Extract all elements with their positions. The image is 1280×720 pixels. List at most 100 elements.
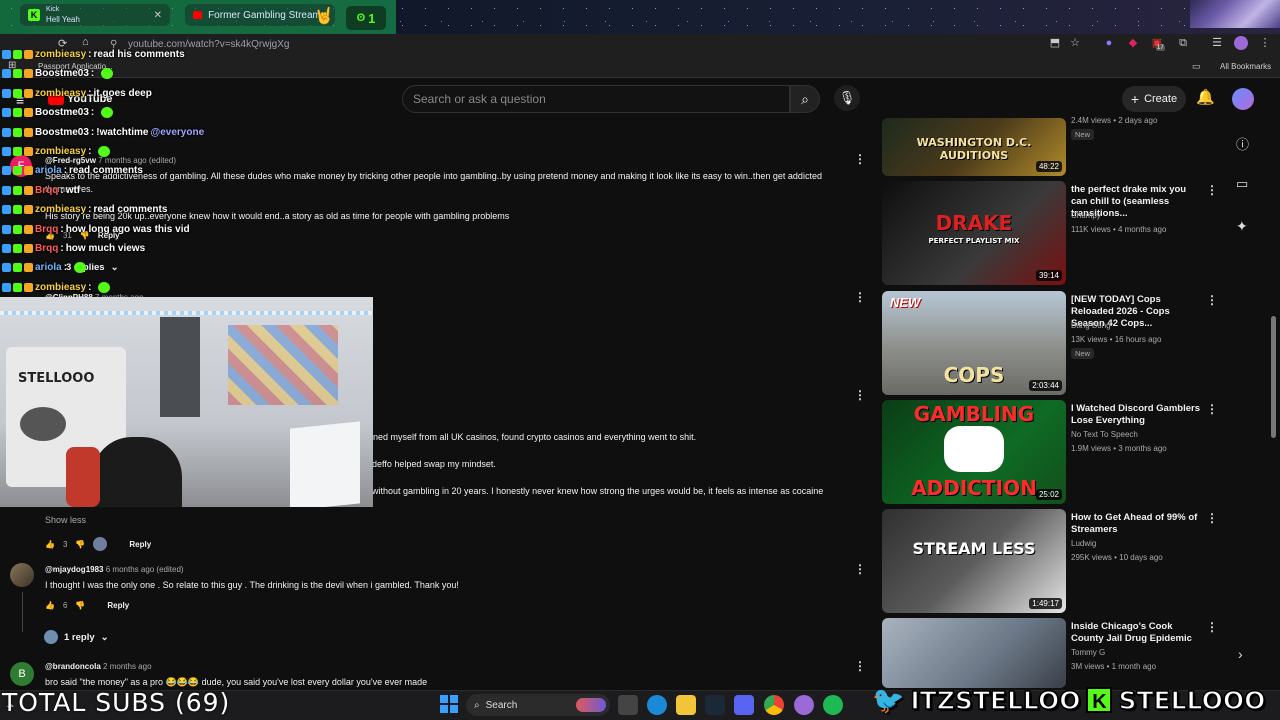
video-thumbnail[interactable]: DRAKE PERFECT PLAYLIST MIX 39:14 <box>882 181 1066 285</box>
comment-2-menu-icon[interactable]: ⋮ <box>854 290 866 304</box>
like-icon[interactable]: 👍 <box>45 540 55 549</box>
like-icon[interactable]: 👍 <box>45 601 55 610</box>
extension-shield-icon[interactable]: ◆ <box>1126 36 1140 50</box>
kick-icon: K <box>1086 687 1113 713</box>
video-thumbnail[interactable] <box>882 618 1066 688</box>
reply-button[interactable]: Reply <box>129 540 151 549</box>
comment-3-menu-icon[interactable]: ⋮ <box>854 562 866 576</box>
video-thumbnail[interactable]: STREAM LESS 1:49:17 <box>882 509 1066 613</box>
video-channel[interactable]: Ludwig <box>1071 539 1096 548</box>
comment-time[interactable]: 7 months ago (edited) <box>98 156 176 165</box>
video-thumbnail[interactable]: COPS NEW 2:03:44 <box>882 291 1066 395</box>
info-icon[interactable]: ⓘ <box>1236 134 1249 153</box>
emote-icon <box>101 68 114 80</box>
video-thumbnail[interactable]: GAMBLING ADDICTION 25:02 <box>882 400 1066 504</box>
video-channel[interactable]: Chumpy <box>1071 211 1101 220</box>
video-channel[interactable]: Bang Bung <box>1071 321 1111 330</box>
settings-app-icon[interactable] <box>618 695 638 715</box>
chat-username[interactable]: ariola <box>35 165 62 176</box>
reading-list-icon[interactable]: ☰ <box>1210 36 1224 50</box>
app-icon[interactable] <box>794 695 814 715</box>
chat-username[interactable]: zombieasy <box>35 204 86 215</box>
tab-kick[interactable]: K Kick Hell Yeah ✕ <box>20 4 170 26</box>
comment-avatar[interactable]: B <box>10 662 34 686</box>
install-app-icon[interactable]: ⬒ <box>1048 36 1062 50</box>
thumbnail-text: STREAM LESS <box>912 539 1036 558</box>
chat-username[interactable]: zombieasy <box>35 88 86 99</box>
taskbar-search[interactable]: ⌕ Search <box>466 694 610 716</box>
video-menu-icon[interactable]: ⋮ <box>1206 620 1218 634</box>
menu-icon[interactable]: ⋮ <box>1258 36 1272 50</box>
mic-button[interactable]: 🎙 <box>834 85 860 111</box>
chat-username[interactable]: zombieasy <box>35 49 86 60</box>
windows-start-icon[interactable] <box>440 695 458 713</box>
file-explorer-icon[interactable] <box>676 695 696 715</box>
chevron-right-icon[interactable]: › <box>1238 646 1243 662</box>
comment-time[interactable]: 2 months ago <box>103 662 151 671</box>
video-menu-icon[interactable]: ⋮ <box>1206 293 1218 307</box>
dislike-icon[interactable]: 👎 <box>75 601 85 610</box>
search-input[interactable]: Search or ask a question <box>402 85 790 113</box>
emote-icon <box>98 281 111 293</box>
comment-author[interactable]: @brandoncola <box>45 662 101 671</box>
discord-icon[interactable] <box>734 695 754 715</box>
comment-2b-menu-icon[interactable]: ⋮ <box>854 388 866 402</box>
video-channel[interactable]: No Text To Speech <box>1071 430 1138 439</box>
kick-handle: STELLOOO <box>1118 685 1266 716</box>
bookmark-star-icon[interactable]: ☆ <box>1068 36 1082 50</box>
chat-username[interactable]: zombieasy <box>35 146 86 157</box>
crown-badge-icon <box>24 224 33 234</box>
sparkle-icon[interactable]: ✦ <box>1236 218 1248 235</box>
search-button[interactable]: ⌕ <box>790 85 820 113</box>
show-less-button[interactable]: Show less <box>45 515 86 525</box>
video-menu-icon[interactable]: ⋮ <box>1206 402 1218 416</box>
comment-1-menu-icon[interactable]: ⋮ <box>854 152 866 166</box>
reply-button[interactable]: Reply <box>107 601 129 610</box>
video-title[interactable]: How to Get Ahead of 99% of Streamers <box>1071 512 1203 536</box>
video-title[interactable]: Inside Chicago's Cook County Jail Drug E… <box>1071 621 1203 645</box>
create-button[interactable]: + Create <box>1122 86 1186 112</box>
chat-username[interactable]: Brqq <box>35 185 58 196</box>
comment-avatar[interactable] <box>10 563 34 587</box>
comment-time[interactable]: 6 months ago (edited) <box>106 565 184 574</box>
close-icon[interactable]: ✕ <box>154 10 162 21</box>
comment-1-header: @Fred-rg5vw 7 months ago (edited) <box>45 156 176 165</box>
chat-username[interactable]: Boostme03 <box>35 68 89 79</box>
chrome-icon[interactable] <box>764 695 784 715</box>
video-menu-icon[interactable]: ⋮ <box>1206 183 1218 197</box>
chat-bubble-icon[interactable]: ▭ <box>1236 176 1248 192</box>
chat-username[interactable]: zombieasy <box>35 282 86 293</box>
extension-discord-icon[interactable]: ● <box>1102 36 1116 50</box>
all-bookmarks[interactable]: All Bookmarks <box>1220 62 1271 71</box>
video-menu-icon[interactable]: ⋮ <box>1206 511 1218 525</box>
scrollbar-thumb[interactable] <box>1271 316 1276 438</box>
replies-toggle[interactable]: 1 reply ⌄ <box>44 630 109 644</box>
crown-badge-icon <box>24 263 33 273</box>
spotify-icon[interactable] <box>823 695 843 715</box>
chat-separator: : <box>60 243 64 254</box>
tab-youtube-video[interactable]: Former Gambling Streamer E <box>185 4 335 26</box>
notifications-bell-icon[interactable]: 🔔 <box>1196 88 1215 106</box>
home-icon[interactable]: ⌂ <box>82 36 89 48</box>
thumbnail-subtext: ADDICTION <box>911 476 1037 500</box>
chat-username[interactable]: Brqq <box>35 224 58 235</box>
profile-avatar[interactable] <box>1234 36 1248 50</box>
comment-author[interactable]: @mjaydog1983 <box>45 565 104 574</box>
extensions-puzzle-icon[interactable]: ⧉ <box>1176 36 1190 50</box>
comment-4-menu-icon[interactable]: ⋮ <box>854 659 866 673</box>
dislike-icon[interactable]: 👎 <box>75 540 85 549</box>
video-thumbnail[interactable]: WASHINGTON D.C. AUDITIONS 48:22 <box>882 118 1066 176</box>
site-info-icon[interactable]: ⚲ <box>110 39 117 50</box>
address-bar[interactable]: ⚲ youtube.com/watch?v=sk4kQrwjgXg <box>100 35 1060 53</box>
comment-author[interactable]: @Fred-rg5vw <box>45 156 96 165</box>
steam-icon[interactable] <box>705 695 725 715</box>
chat-username[interactable]: Boostme03 <box>35 107 89 118</box>
chat-username[interactable]: Brqq <box>35 243 58 254</box>
discord-logo-icon <box>944 426 1004 472</box>
user-avatar[interactable] <box>1232 88 1254 110</box>
video-title[interactable]: I Watched Discord Gamblers Lose Everythi… <box>1071 403 1203 427</box>
edge-icon[interactable] <box>647 695 667 715</box>
chat-username[interactable]: Boostme03 <box>35 127 89 138</box>
chat-username[interactable]: ariola <box>35 262 62 273</box>
video-channel[interactable]: Tommy G <box>1071 648 1105 657</box>
